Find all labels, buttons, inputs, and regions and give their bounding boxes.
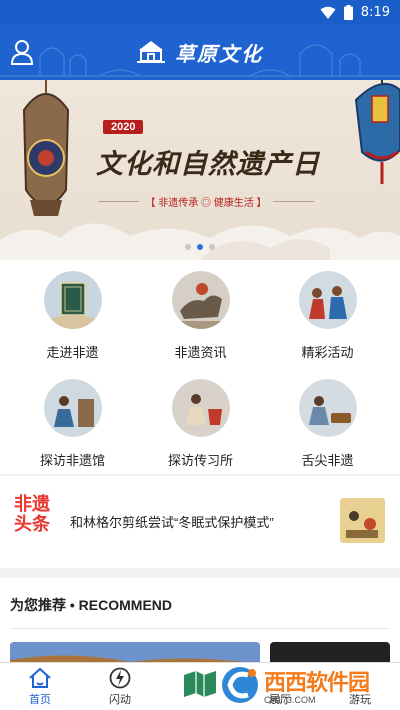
heritage-book-icon (43, 271, 102, 329)
divider (272, 201, 314, 202)
divider (10, 628, 390, 629)
headline-tag-line: 头条 (14, 514, 50, 535)
divider (98, 201, 140, 202)
grid-item-label: 走进非遗 (46, 345, 99, 360)
banner-carousel[interactable]: 2020 文化和自然遗产日 【 非遗传承 ◎ 健康生活 】 (0, 80, 400, 260)
cuisine-icon (298, 379, 357, 437)
headline-thumbnail[interactable] (340, 498, 385, 543)
category-grid: 走进非遗 非遗资讯 精彩活动 探访非遗馆 探访传习所 舌尖非遗 (0, 260, 400, 474)
home-icon (29, 667, 51, 688)
carousel-dot-active[interactable] (197, 244, 203, 250)
tab-label: 首页 (29, 694, 51, 706)
headline-text[interactable]: 和林格尔剪纸尝试“冬眠式保护模式” (70, 512, 274, 531)
watermark-url: CR173.COM (264, 695, 316, 705)
battery-icon (343, 4, 353, 20)
grid-item-heritage-museum[interactable]: 探访非遗馆 (6, 368, 139, 472)
horse-rider-icon (171, 271, 230, 329)
performers-icon (298, 271, 357, 329)
grid-item-training-center[interactable]: 探访传习所 (134, 368, 267, 472)
map-book-icon (184, 671, 216, 697)
watermark-logo-icon (222, 667, 258, 703)
flash-icon (109, 667, 131, 689)
recommend-heading: 为您推荐 • RECOMMEND (10, 597, 173, 613)
wifi-icon (320, 6, 336, 19)
tab-home[interactable]: 首页 (0, 663, 80, 710)
carousel-indicator[interactable] (0, 244, 400, 250)
yurt-logo-icon (137, 41, 165, 63)
headline-tag: 非遗 头条 (14, 495, 56, 535)
grid-item-label: 探访非遗馆 (39, 453, 105, 468)
banner-title: 文化和自然遗产日 (96, 149, 320, 180)
grid-item-label: 非遗资讯 (174, 345, 227, 360)
status-bar: 8:19 (0, 0, 400, 24)
banner-subtitle: 【 非遗传承 ◎ 健康生活 】 (145, 198, 267, 209)
watermark: 西西软件园 CR173.COM (218, 662, 390, 708)
watermark-text: 西西软件园 CR173.COM (264, 665, 370, 705)
grid-item-label: 精彩活动 (301, 345, 354, 360)
tab-label: 闪动 (109, 694, 131, 706)
grid-item-intro-heritage[interactable]: 走进非遗 (6, 260, 139, 364)
grid-item-label: 舌尖非遗 (301, 453, 354, 468)
grid-item-heritage-news[interactable]: 非遗资讯 (134, 260, 267, 364)
banner-subtitle-row: 【 非遗传承 ◎ 健康生活 】 (98, 194, 314, 209)
grid-item-label: 探访传习所 (167, 453, 233, 468)
museum-visitors-icon (43, 379, 102, 437)
headline-tag-line: 非遗 (14, 494, 50, 515)
grid-item-activities[interactable]: 精彩活动 (261, 260, 394, 364)
tab-flash[interactable]: 闪动 (80, 663, 160, 710)
banner-year: 2020 (103, 120, 144, 134)
status-time: 8:19 (360, 4, 390, 20)
heritage-headline[interactable]: 非遗 头条 和林格尔剪纸尝试“冬眠式保护模式” (0, 476, 400, 568)
grid-item-cuisine[interactable]: 舌尖非遗 (261, 368, 394, 472)
app-title: 草原文化 (175, 41, 263, 66)
carousel-dot[interactable] (209, 244, 215, 250)
brand: 草原文化 (0, 24, 400, 80)
craftsman-icon (171, 379, 230, 437)
app-header: 草原文化 (0, 24, 400, 80)
carousel-dot[interactable] (185, 244, 191, 250)
watermark-name: 西西软件园 (264, 671, 370, 696)
